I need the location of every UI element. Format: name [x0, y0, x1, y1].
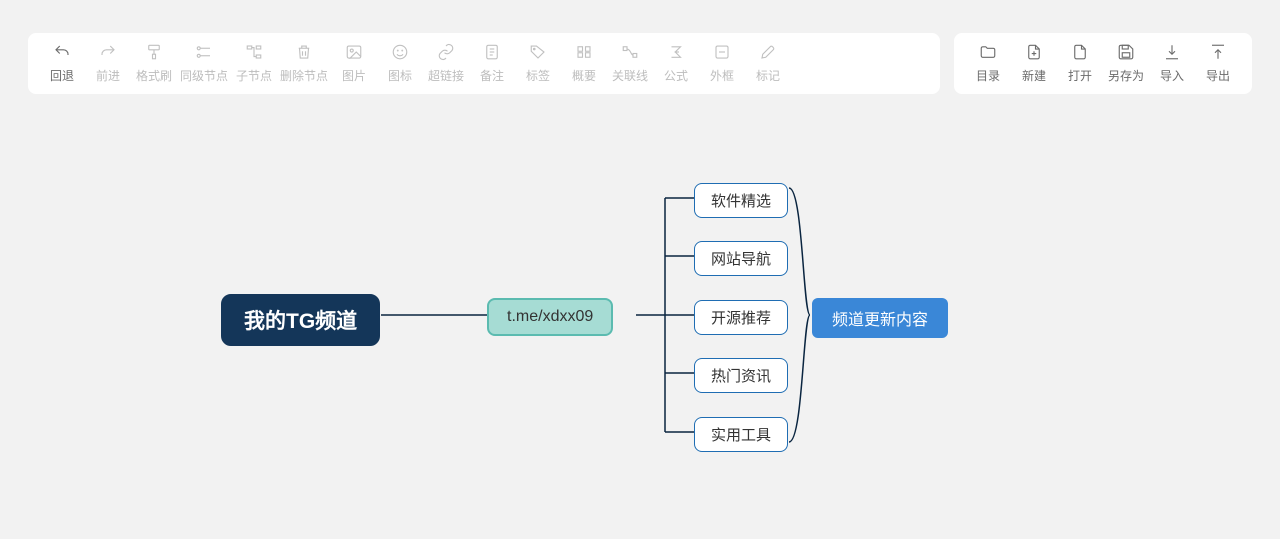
toolbar-button-label: 新建	[1022, 67, 1046, 84]
mindmap-level2-node-3[interactable]: 热门资讯	[694, 358, 788, 393]
note-button[interactable]: 备注	[472, 43, 512, 84]
sibling-node-button[interactable]: 同级节点	[180, 43, 228, 84]
note-icon	[483, 43, 501, 61]
toolbar-button-label: 导出	[1206, 67, 1230, 84]
mindmap-level2-node-0[interactable]: 软件精选	[694, 183, 788, 218]
mindmap-level2-node-2[interactable]: 开源推荐	[694, 300, 788, 335]
toolbar-main: 回退 前进格式刷同级节点子节点删除节点图片 图标超链接备注 标签 概要关联线公式 外框 标记	[28, 33, 940, 94]
folder-button[interactable]: 目录	[968, 43, 1008, 84]
link-icon	[437, 43, 455, 61]
toolbar-button-label: 格式刷	[136, 67, 172, 84]
redo-button[interactable]: 前进	[88, 43, 128, 84]
toolbar-button-label: 导入	[1160, 67, 1184, 84]
toolbar-button-label: 另存为	[1108, 67, 1144, 84]
summary-icon	[575, 43, 593, 61]
frame-icon	[713, 43, 731, 61]
format-painter-icon	[145, 43, 163, 61]
mindmap-level2-node-4[interactable]: 实用工具	[694, 417, 788, 452]
tag-button[interactable]: 标签	[518, 43, 558, 84]
node-text: 开源推荐	[711, 307, 771, 328]
mark-button[interactable]: 标记	[748, 43, 788, 84]
node-text: t.me/xdxx09	[507, 308, 593, 326]
mindmap-summary-node[interactable]: 频道更新内容	[812, 298, 948, 338]
node-text: 频道更新内容	[832, 306, 928, 330]
toolbar-button-label: 目录	[976, 67, 1000, 84]
link-button[interactable]: 超链接	[426, 43, 466, 84]
toolbar-button-label: 外框	[710, 67, 734, 84]
relation-line-button[interactable]: 关联线	[610, 43, 650, 84]
smiley-icon	[391, 43, 409, 61]
import-button[interactable]: 导入	[1152, 43, 1192, 84]
mindmap-level2-node-1[interactable]: 网站导航	[694, 241, 788, 276]
toolbar-button-label: 删除节点	[280, 67, 328, 84]
smiley-button[interactable]: 图标	[380, 43, 420, 84]
toolbar-button-label: 图片	[342, 67, 366, 84]
undo-button[interactable]: 回退	[42, 43, 82, 84]
toolbar-button-label: 打开	[1068, 67, 1092, 84]
node-text: 实用工具	[711, 424, 771, 445]
formula-button[interactable]: 公式	[656, 43, 696, 84]
mindmap-root-node[interactable]: 我的TG频道	[221, 294, 380, 346]
node-text: 我的TG频道	[244, 305, 357, 335]
toolbar-button-label: 标签	[526, 67, 550, 84]
toolbar-button-label: 前进	[96, 67, 120, 84]
toolbar-button-label: 标记	[756, 67, 780, 84]
frame-button[interactable]: 外框	[702, 43, 742, 84]
delete-node-icon	[295, 43, 313, 61]
mindmap-level1-node[interactable]: t.me/xdxx09	[487, 298, 613, 336]
format-painter-button[interactable]: 格式刷	[134, 43, 174, 84]
toolbar-button-label: 同级节点	[180, 67, 228, 84]
export-button[interactable]: 导出	[1198, 43, 1238, 84]
mark-icon	[759, 43, 777, 61]
folder-icon	[979, 43, 997, 61]
summary-button[interactable]: 概要	[564, 43, 604, 84]
toolbar-file: 目录 新建 打开另存为导入 导出	[954, 33, 1252, 94]
save-as-button[interactable]: 另存为	[1106, 43, 1146, 84]
toolbar-button-label: 子节点	[236, 67, 272, 84]
child-node-button[interactable]: 子节点	[234, 43, 274, 84]
undo-icon	[53, 43, 71, 61]
tag-icon	[529, 43, 547, 61]
node-text: 软件精选	[711, 190, 771, 211]
image-icon	[345, 43, 363, 61]
toolbar-button-label: 概要	[572, 67, 596, 84]
formula-icon	[667, 43, 685, 61]
toolbar-button-label: 超链接	[428, 67, 464, 84]
new-file-icon	[1025, 43, 1043, 61]
redo-icon	[99, 43, 117, 61]
sibling-node-icon	[195, 43, 213, 61]
toolbar-button-label: 公式	[664, 67, 688, 84]
toolbar-button-label: 关联线	[612, 67, 648, 84]
open-file-button[interactable]: 打开	[1060, 43, 1100, 84]
relation-line-icon	[621, 43, 639, 61]
save-as-icon	[1117, 43, 1135, 61]
node-text: 网站导航	[711, 248, 771, 269]
toolbar-button-label: 图标	[388, 67, 412, 84]
export-icon	[1209, 43, 1227, 61]
delete-node-button[interactable]: 删除节点	[280, 43, 328, 84]
node-text: 热门资讯	[711, 365, 771, 386]
open-file-icon	[1071, 43, 1089, 61]
toolbar-row: 回退 前进格式刷同级节点子节点删除节点图片 图标超链接备注 标签 概要关联线公式 外框 标记…	[28, 33, 1252, 94]
toolbar-button-label: 备注	[480, 67, 504, 84]
image-button[interactable]: 图片	[334, 43, 374, 84]
new-file-button[interactable]: 新建	[1014, 43, 1054, 84]
import-icon	[1163, 43, 1181, 61]
toolbar-button-label: 回退	[50, 67, 74, 84]
child-node-icon	[245, 43, 263, 61]
